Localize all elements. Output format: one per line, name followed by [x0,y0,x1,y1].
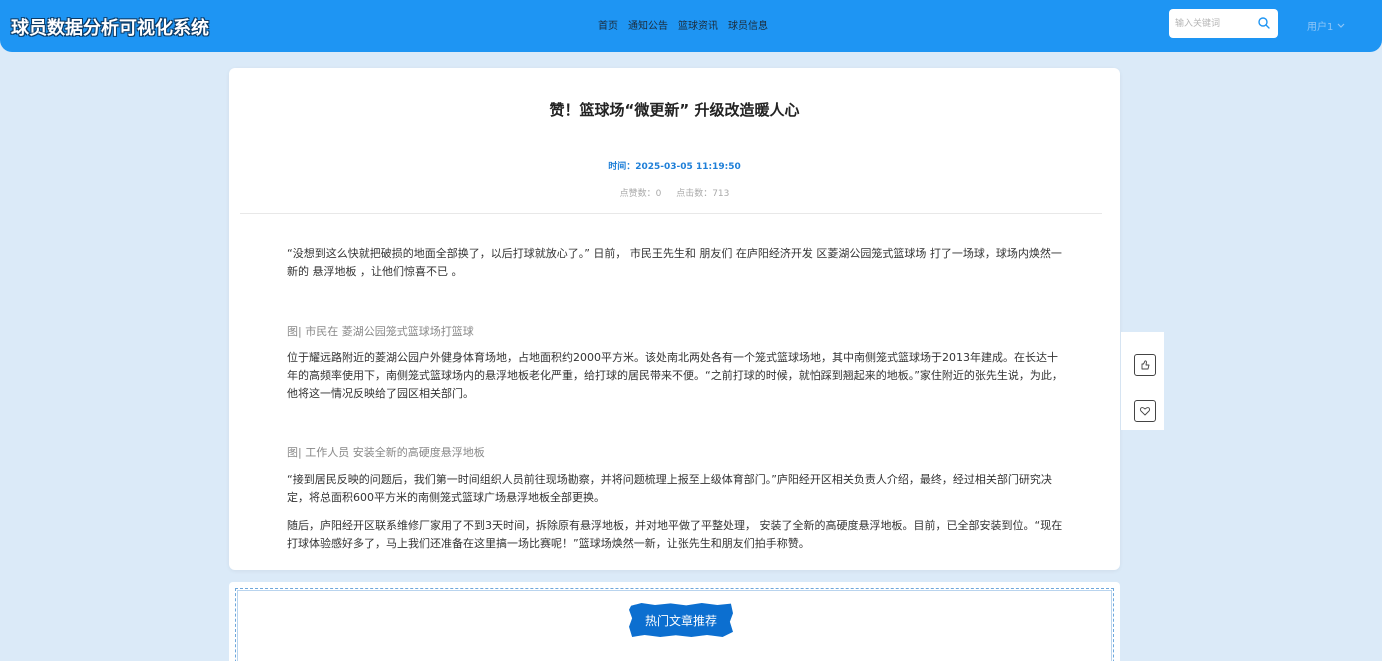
recommend-frame: 热门文章推荐 [235,588,1114,661]
article-title: 赞！篮球场“微更新” 升级改造暖人心 [549,101,800,119]
divider [240,213,1102,214]
click-count: 点击数：713 [676,189,730,199]
recommend-title: 热门文章推荐 [629,603,733,637]
article-paragraph: “接到居民反映的问题后，我们第一时间组织人员前往现场勘察，并将问题梳理上报至上级… [287,473,1052,504]
side-action-bar [1121,332,1164,430]
article-paragraph: “没想到这么快就把破损的地面全部换了，以后打球就放心了。” 日前， 市民王先生和… [287,247,1062,278]
recommend-panel: 热门文章推荐 [229,582,1120,661]
chevron-down-icon [1337,23,1345,28]
nav-item-basketball-news[interactable]: 篮球资讯 [678,17,718,32]
like-button[interactable] [1134,354,1156,376]
site-logo[interactable]: 球员数据分析可视化系统 [11,14,209,40]
article-time: 时间：2025-03-05 11:19:50 [608,162,741,172]
article-paragraph: 随后，庐阳经开区联系维修厂家用了不到3天时间，拆除原有悬浮地板，并对地平做了平整… [287,519,1063,550]
search-icon[interactable] [1257,16,1271,30]
user-menu[interactable]: 用户1 [1307,18,1345,33]
article-card: 赞！篮球场“微更新” 升级改造暖人心 时间：2025-03-05 11:19:5… [229,68,1120,570]
search-box [1169,9,1278,38]
main-nav: 首页 通知公告 篮球资讯 球员信息 [598,17,768,32]
article-paragraph: 位于耀远路附近的菱湖公园户外健身体育场地，占地面积约2000平方米。该处南北两处… [287,351,1063,400]
heart-icon [1139,407,1151,416]
top-navbar: 球员数据分析可视化系统 首页 通知公告 篮球资讯 球员信息 用户1 [0,0,1382,52]
search-input[interactable] [1175,15,1253,32]
nav-item-player-info[interactable]: 球员信息 [728,17,768,32]
favorite-button[interactable] [1134,400,1156,422]
like-count: 点赞数：0 [619,189,662,199]
user-name: 用户1 [1307,22,1334,33]
article-stats: 点赞数：0 点击数：713 [229,186,1120,199]
thumb-up-icon [1141,360,1150,370]
image-caption: 图| 市民在 菱湖公园笼式篮球场打篮球 [287,325,474,338]
nav-item-home[interactable]: 首页 [598,17,618,32]
nav-item-notices[interactable]: 通知公告 [628,17,668,32]
image-caption: 图| 工作人员 安装全新的高硬度悬浮地板 [287,446,485,459]
